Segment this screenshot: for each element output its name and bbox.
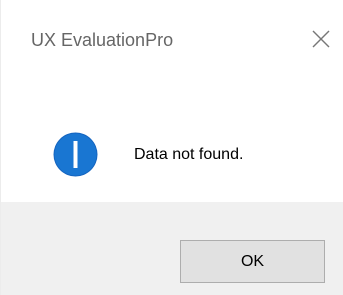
message-text: Data not found. bbox=[134, 146, 244, 163]
close-icon bbox=[312, 30, 330, 48]
close-button[interactable] bbox=[298, 16, 343, 62]
ok-button[interactable]: OK bbox=[180, 240, 325, 283]
title-bar: UX EvaluationPro bbox=[1, 0, 343, 80]
message-dialog: UX EvaluationPro Data not found. OK bbox=[0, 0, 343, 295]
button-bar: OK bbox=[1, 202, 343, 295]
info-icon bbox=[53, 132, 98, 177]
dialog-body: Data not found. bbox=[1, 80, 343, 202]
window-title: UX EvaluationPro bbox=[31, 30, 174, 50]
